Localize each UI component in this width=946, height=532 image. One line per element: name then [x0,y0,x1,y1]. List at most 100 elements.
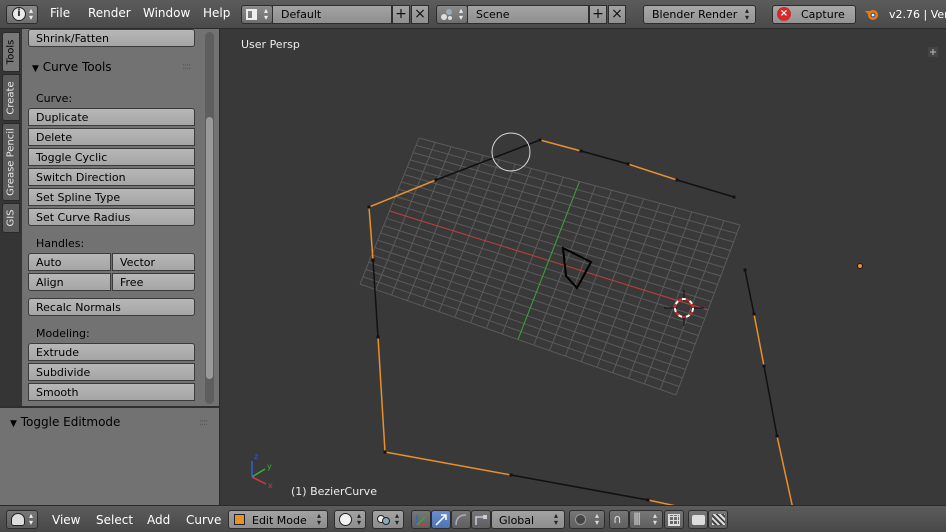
editor-type-button[interactable]: ▴ ▾ [6,510,38,529]
screen-layout-browse-button[interactable]: ▴ ▾ [241,5,273,24]
rotate-icon [454,513,468,530]
handle-auto-button[interactable]: Auto [28,253,111,271]
control-point [371,258,375,262]
menu-add[interactable]: Add [147,513,170,527]
layers-button[interactable] [664,510,684,529]
handle-align-button[interactable]: Align [28,273,111,291]
operator-panel-title: Toggle Editmode [20,415,121,429]
stop-icon: × [777,7,791,21]
duplicate-button[interactable]: Duplicate [28,108,195,126]
tab-grease-pencil[interactable]: Grease Pencil [2,123,20,201]
mode-dropdown[interactable]: Edit Mode ▴ ▾ [228,510,328,529]
drag-grip-icon[interactable]: :::: [182,62,191,72]
menu-curve[interactable]: Curve [186,513,221,527]
menu-render[interactable]: Render [88,6,131,20]
tab-gis-label: GIS [5,209,17,227]
curve-tools-panel-header[interactable]: ▼ Curve Tools [32,60,112,74]
render-engine-label: Blender Render [652,8,738,21]
pivot-point-button[interactable]: ▴ ▾ [372,510,404,529]
menu-window[interactable]: Window [143,6,190,20]
solid-shading-icon [339,513,352,526]
snap-toggle[interactable]: ∩ [609,510,629,529]
delete-layout-button[interactable]: × [411,5,429,24]
tool-shelf: Shrink/Fatten ▼ Curve Tools :::: Curve: … [22,29,220,406]
object-origin-dot [857,263,863,269]
svg-text:z: z [254,452,258,461]
delete-scene-button[interactable]: × [608,5,626,24]
y-axis-line [517,181,580,340]
editor-type-button[interactable]: i ▴ ▾ [6,5,38,24]
viewport-shading-button[interactable]: ▴ ▾ [334,510,366,529]
control-point [376,335,380,339]
manipulator-toggle[interactable] [411,510,431,529]
viewport-canvas: z y x [251,47,938,505]
scene-browse-button[interactable]: ▴ ▾ [436,5,468,24]
menu-select[interactable]: Select [96,513,133,527]
switch-direction-button[interactable]: Switch Direction [28,168,195,186]
menu-view[interactable]: View [52,513,80,527]
disclosure-triangle-icon: ▼ [32,64,39,74]
close-icon: × [611,6,623,22]
subdivide-button[interactable]: Subdivide [28,363,195,381]
magnet-icon: ∩ [613,512,622,526]
close-icon: × [414,6,426,22]
tool-shelf-scrollbar[interactable] [205,32,214,404]
operator-panel-header[interactable]: ▼ Toggle Editmode [10,415,120,429]
scene-field[interactable]: Scene [467,5,589,24]
svg-text:x: x [268,481,273,490]
curve-segment [627,163,678,181]
curve-segment [744,269,755,315]
opengl-animation-button[interactable] [708,510,728,529]
control-point [434,178,438,182]
handle-free-button[interactable]: Free [112,273,195,291]
axis-gizmo: z y x [251,452,273,490]
chevron-updown-icon: ▴ ▾ [395,511,400,527]
shrink-fatten-button[interactable]: Shrink/Fatten [28,29,195,47]
drag-grip-icon[interactable]: :::: [199,418,208,428]
curve-segment [377,336,386,453]
curve-segment [510,474,649,501]
chevron-updown-icon: ▴ ▾ [459,6,464,22]
snap-element-dropdown[interactable]: ||| ▴ ▾ [629,510,663,529]
scale-manipulator-button[interactable] [471,510,491,529]
add-scene-button[interactable]: + [589,5,607,24]
rotate-manipulator-button[interactable] [451,510,471,529]
translate-manipulator-button[interactable] [431,510,451,529]
brush-circle [491,132,531,172]
proportional-editing-button[interactable]: ▴ ▾ [569,510,605,529]
extrude-button[interactable]: Extrude [28,343,195,361]
3d-viewport[interactable]: z y x User Persp (1) BezierCurve [221,29,946,505]
version-label: v2.76 | Ver [889,8,946,21]
chevron-updown-icon: ▴ ▾ [264,6,269,22]
capture-button[interactable]: × Capture [772,5,856,24]
control-point [743,268,747,272]
smooth-button[interactable]: Smooth [28,383,195,401]
set-curve-radius-button[interactable]: Set Curve Radius [28,208,195,226]
curve-segment [763,365,778,437]
modeling-section-label: Modeling: [36,327,90,340]
scrollbar-thumb[interactable] [206,117,213,379]
delete-button[interactable]: Delete [28,128,195,146]
toggle-cyclic-button[interactable]: Toggle Cyclic [28,148,195,166]
menu-file[interactable]: File [50,6,70,20]
menu-help[interactable]: Help [203,6,230,20]
control-point [675,178,679,182]
curve-segment [368,206,374,261]
render-engine-dropdown[interactable]: Blender Render ▴ ▾ [643,5,756,24]
tab-tools[interactable]: Tools [2,32,20,72]
tab-grease-pencil-label: Grease Pencil [5,128,17,196]
tab-create[interactable]: Create [2,74,20,121]
set-spline-type-button[interactable]: Set Spline Type [28,188,195,206]
transform-orientation-dropdown[interactable]: Global ▴ ▾ [491,510,565,529]
recalc-normals-button[interactable]: Recalc Normals [28,298,195,316]
add-layout-button[interactable]: + [392,5,410,24]
layout-icon [246,9,257,20]
blender-window: i ▴ ▾ File Render Window Help ▴ ▾ Default … [0,0,946,532]
opengl-render-button[interactable] [688,510,708,529]
chevron-updown-icon: ▴ ▾ [653,511,658,527]
info-icon: i [12,7,26,21]
info-header: i ▴ ▾ File Render Window Help ▴ ▾ Default … [0,0,946,29]
screen-layout-field[interactable]: Default [272,5,392,24]
handle-vector-button[interactable]: Vector [112,253,195,271]
tab-gis[interactable]: GIS [2,203,20,233]
